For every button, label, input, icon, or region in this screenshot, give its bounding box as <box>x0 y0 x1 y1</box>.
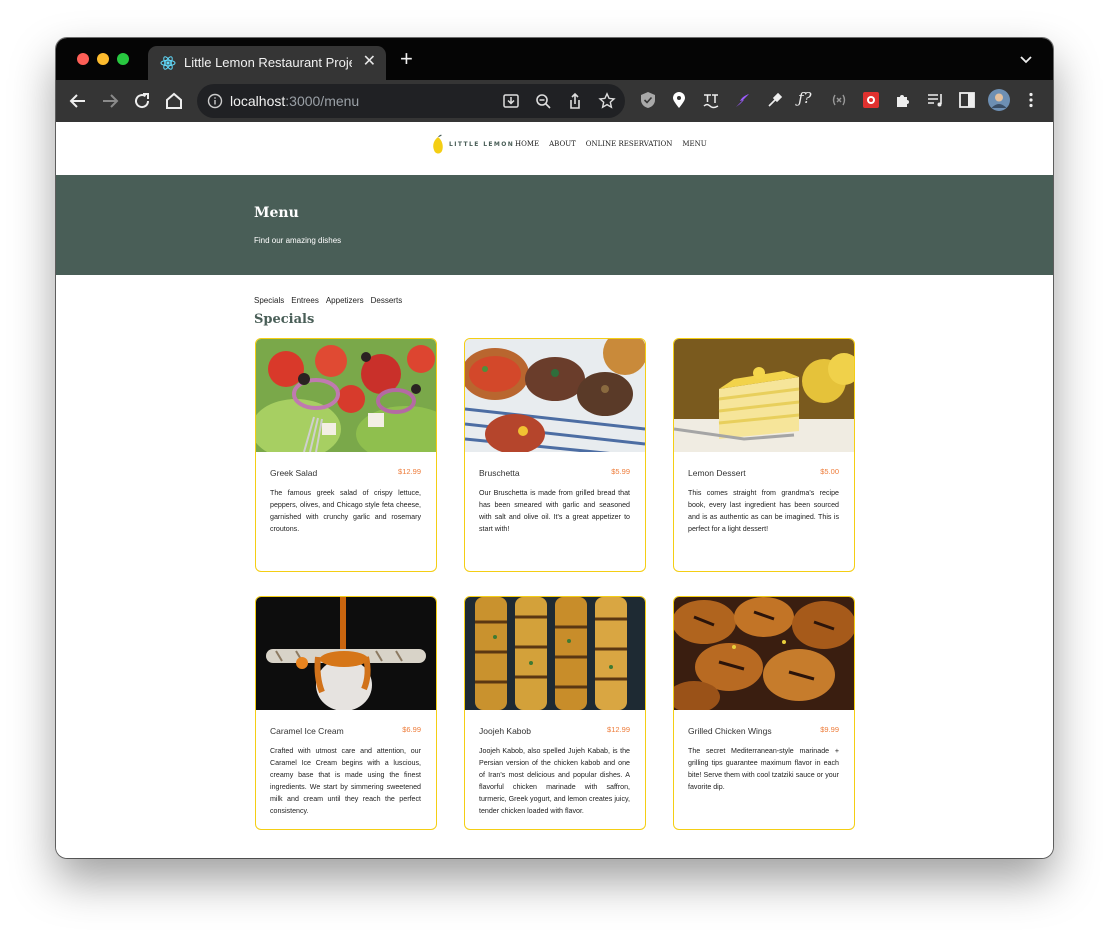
lemon-logo-icon <box>433 134 443 154</box>
dish-name: Bruschetta <box>479 468 520 478</box>
browser-window: Little Lemon Restaurant Project ✕ + loca… <box>56 38 1053 858</box>
tab-close-icon[interactable]: ✕ <box>363 53 376 71</box>
grilled-chicken-wings-image <box>674 597 854 710</box>
page-title: Menu <box>254 205 299 221</box>
section-title: Specials <box>254 312 315 327</box>
url-text[interactable]: localhost:3000/menu <box>230 93 359 109</box>
dish-card[interactable]: Greek Salad $12.99 The famous greek sala… <box>255 338 437 572</box>
joojeh-kabob-image <box>465 597 645 710</box>
share-icon[interactable] <box>566 92 584 110</box>
back-arrow-icon[interactable] <box>68 91 88 111</box>
dish-card[interactable]: Joojeh Kabob $12.99 Joojeh Kabob, also s… <box>464 596 646 830</box>
react-icon <box>160 56 176 70</box>
site-header: LITTLE LEMON HOME ABOUT ONLINE RESERVATI… <box>56 122 1053 174</box>
shield-extension-icon[interactable] <box>639 91 657 109</box>
browser-tab-active[interactable]: Little Lemon Restaurant Project ✕ <box>148 46 386 80</box>
category-specials[interactable]: Specials <box>254 296 284 305</box>
dish-description: Crafted with utmost care and attention, … <box>270 747 421 815</box>
little-lemon-logo[interactable]: LITTLE LEMON <box>431 134 515 156</box>
home-icon[interactable] <box>164 91 184 111</box>
nav-about[interactable]: ABOUT <box>549 140 576 148</box>
extensions-puzzle-icon[interactable] <box>894 91 912 109</box>
dish-card[interactable]: Bruschetta $5.99 Our Bruschetta is made … <box>464 338 646 572</box>
variables-extension-icon[interactable] <box>830 91 848 109</box>
dish-description: Our Bruschetta is made from grilled brea… <box>479 489 630 533</box>
bruschetta-image <box>465 339 645 452</box>
feather-extension-icon[interactable] <box>734 91 752 109</box>
nav-menu[interactable]: MENU <box>682 140 706 148</box>
font-inspector-extension-icon[interactable]: ƒ? <box>798 89 820 111</box>
tab-bar: Little Lemon Restaurant Project ✕ + <box>56 38 1053 80</box>
dish-name: Grilled Chicken Wings <box>688 726 772 736</box>
red-square-extension-icon[interactable] <box>862 91 880 109</box>
forward-arrow-icon[interactable] <box>100 91 120 111</box>
dish-description: The secret Mediterranean-style marinade … <box>688 747 839 791</box>
caramel-ice-cream-image <box>256 597 436 710</box>
dish-price: $5.99 <box>611 467 630 476</box>
category-appetizers[interactable]: Appetizers <box>326 296 364 305</box>
tab-search-chevron-icon[interactable] <box>1019 52 1033 66</box>
page-subtitle: Find our amazing dishes <box>254 236 342 245</box>
category-entrees[interactable]: Entrees <box>291 296 319 305</box>
dish-name: Lemon Dessert <box>688 468 746 478</box>
category-desserts[interactable]: Desserts <box>371 296 403 305</box>
reload-icon[interactable] <box>132 91 152 111</box>
translate-extension-icon[interactable] <box>702 91 720 109</box>
browser-toolbar: localhost:3000/menu ƒ? <box>56 80 1053 122</box>
dish-card[interactable]: Grilled Chicken Wings $9.99 The secret M… <box>673 596 855 830</box>
logo-text: LITTLE LEMON <box>449 141 515 148</box>
site-info-icon[interactable] <box>207 93 223 109</box>
dish-card[interactable]: Lemon Dessert $5.00 This comes straight … <box>673 338 855 572</box>
dish-card[interactable]: Caramel Ice Cream $6.99 Crafted with utm… <box>255 596 437 830</box>
dish-description: This comes straight from grandma's recip… <box>688 489 839 533</box>
dish-name: Joojeh Kabob <box>479 726 531 736</box>
dish-price: $6.99 <box>402 725 421 734</box>
eyedropper-extension-icon[interactable] <box>766 91 784 109</box>
close-window-button[interactable] <box>77 53 89 65</box>
side-panel-icon[interactable] <box>958 91 976 109</box>
dish-price: $12.99 <box>398 467 421 476</box>
zoom-icon[interactable] <box>534 92 552 110</box>
tab-title: Little Lemon Restaurant Project <box>184 55 352 70</box>
dish-price: $9.99 <box>820 725 839 734</box>
greek-salad-image <box>256 339 436 452</box>
dish-description: Joojeh Kabob, also spelled Jujeh Kabab, … <box>479 747 630 815</box>
location-pin-extension-icon[interactable] <box>670 91 688 109</box>
install-app-icon[interactable] <box>502 92 520 110</box>
page-viewport: LITTLE LEMON HOME ABOUT ONLINE RESERVATI… <box>56 122 1053 858</box>
main-navigation: HOME ABOUT ONLINE RESERVATION MENU <box>515 140 707 148</box>
dish-price: $5.00 <box>820 467 839 476</box>
more-menu-icon[interactable] <box>1022 91 1040 109</box>
reading-list-icon[interactable] <box>926 91 944 109</box>
dish-name: Greek Salad <box>270 468 318 478</box>
new-tab-button[interactable]: + <box>400 48 413 70</box>
dish-name: Caramel Ice Cream <box>270 726 344 736</box>
maximize-window-button[interactable] <box>117 53 129 65</box>
category-filter: Specials Entrees Appetizers Desserts <box>254 296 402 305</box>
address-bar[interactable]: localhost:3000/menu <box>197 84 625 118</box>
hero-banner: Menu Find our amazing dishes <box>56 175 1053 275</box>
minimize-window-button[interactable] <box>97 53 109 65</box>
lemon-dessert-image <box>674 339 854 452</box>
dish-price: $12.99 <box>607 725 630 734</box>
nav-online-reservation[interactable]: ONLINE RESERVATION <box>586 140 673 148</box>
dish-description: The famous greek salad of crispy lettuce… <box>270 489 421 533</box>
profile-avatar[interactable] <box>988 89 1010 111</box>
bookmark-star-icon[interactable] <box>598 92 616 110</box>
nav-home[interactable]: HOME <box>515 140 539 148</box>
